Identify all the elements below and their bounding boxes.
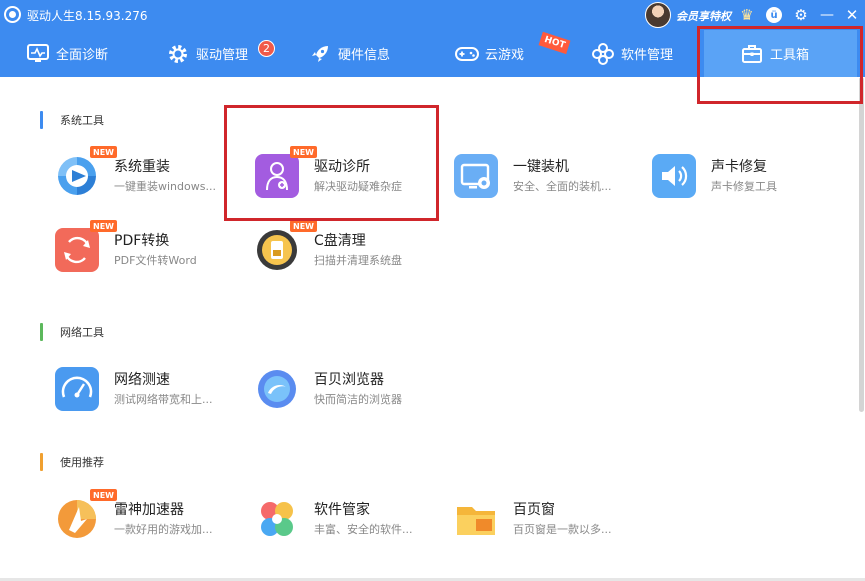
gamepad-icon [455,42,479,66]
tool-name: 软件管家 [314,502,370,518]
app-title: 驱动人生8.15.93.276 [27,9,148,23]
crown-icon[interactable]: ♛ [738,6,756,24]
tool-c-drive-cleanup[interactable]: NEW C盘清理 扫描并清理系统盘 [255,220,445,278]
app-logo-icon [4,6,21,23]
disk-clean-icon [255,228,299,272]
tool-baiyechuang[interactable]: 百页窗 百页窗是一款以多... [454,493,644,547]
title-bar: 驱动人生8.15.93.276 会员享特权 ♛ ü ⚙ — ✕ [0,0,865,30]
new-badge: NEW [90,220,117,232]
tab-cloud-gaming[interactable]: 云游戏 [455,30,524,77]
tool-name: 雷神加速器 [114,502,184,518]
tab-label: 全面诊断 [56,48,109,63]
tool-name: 一键装机 [513,159,569,175]
diagnosis-monitor-icon [26,42,50,66]
tool-description: 测试网络带宽和上... [114,393,213,406]
tool-network-speed-test[interactable]: 网络测速 测试网络带宽和上... [55,363,245,417]
tab-toolbox[interactable]: 工具箱 [704,30,857,77]
software-manager-petals-icon [255,497,299,541]
rocket-icon [308,42,332,66]
section-title-text: 使用推荐 [60,456,104,469]
tab-driver-management[interactable]: 驱动管理 [166,30,248,77]
tool-description: 声卡修复工具 [711,180,777,193]
settings-gear-icon[interactable]: ⚙ [792,6,810,24]
tool-description: 百页窗是一款以多... [513,523,612,536]
network-speed-gauge-icon [55,367,99,411]
tool-description: 解决驱动疑难杂症 [314,180,402,193]
tool-name: 驱动诊所 [314,159,370,175]
tool-leishen-accelerator[interactable]: NEW 雷神加速器 一款好用的游戏加... [55,489,245,547]
tool-description: 一款好用的游戏加... [114,523,213,536]
tab-label: 工具箱 [770,48,810,63]
tool-description: 快而简洁的浏览器 [314,393,402,406]
tool-name: 系统重装 [114,159,170,175]
user-badge-icon[interactable]: ü [766,7,782,23]
section-title-system-tools: 系统工具 [40,111,104,129]
driver-clinic-doctor-icon [255,154,299,198]
folder-window-icon [454,497,498,541]
tab-label: 硬件信息 [338,48,391,63]
new-badge: NEW [290,220,317,232]
tool-name: 网络测速 [114,372,170,388]
driver-update-count-badge: 2 [258,40,275,57]
tool-name: PDF转换 [114,233,170,249]
new-badge: NEW [290,146,317,158]
vertical-scrollbar[interactable] [859,77,864,412]
software-cubes-icon [591,42,615,66]
toolbox-icon [740,42,764,66]
tool-description: 扫描并清理系统盘 [314,254,402,267]
tool-description: PDF文件转Word [114,254,197,267]
game-accelerator-icon [55,497,99,541]
close-icon[interactable]: ✕ [843,6,861,24]
pdf-convert-icon [55,228,99,272]
tool-name: 声卡修复 [711,159,767,175]
tool-description: 安全、全面的装机... [513,180,612,193]
tab-label: 软件管理 [621,48,674,63]
section-accent-bar [40,453,43,471]
tab-full-diagnosis[interactable]: 全面诊断 [26,30,108,77]
tool-name: C盘清理 [314,233,366,249]
tool-system-reinstall[interactable]: NEW 系统重装 一键重装windows... [55,146,245,204]
tool-name: 百页窗 [513,502,555,518]
tool-name: 百贝浏览器 [314,372,384,388]
new-badge: NEW [90,146,117,158]
tool-one-click-install[interactable]: 一键装机 安全、全面的装机... [454,150,644,204]
minimize-icon[interactable]: — [818,6,836,24]
section-title-text: 网络工具 [60,326,104,339]
tool-description: 丰富、安全的软件... [314,523,413,536]
section-title-text: 系统工具 [60,114,104,127]
tool-description: 一键重装windows... [114,180,216,193]
sound-card-speaker-icon [652,154,696,198]
section-title-network-tools: 网络工具 [40,323,104,341]
browser-icon [255,367,299,411]
tool-pdf-convert[interactable]: NEW PDF转换 PDF文件转Word [55,220,245,278]
tool-driver-clinic[interactable]: NEW 驱动诊所 解决驱动疑难杂症 [255,146,445,204]
tool-sound-card-repair[interactable]: 声卡修复 声卡修复工具 [652,150,842,204]
tool-baibei-browser[interactable]: 百贝浏览器 快而简洁的浏览器 [255,363,445,417]
one-click-install-icon [454,154,498,198]
gear-icon [166,42,190,66]
section-accent-bar [40,323,43,341]
section-accent-bar [40,111,43,129]
tool-software-manager[interactable]: 软件管家 丰富、安全的软件... [255,493,445,547]
vip-privilege-link[interactable]: 会员享特权 [676,8,731,24]
new-badge: NEW [90,489,117,501]
tab-software-management[interactable]: 软件管理 [591,30,673,77]
tab-label: 驱动管理 [196,48,249,63]
section-title-recommended: 使用推荐 [40,453,104,471]
avatar[interactable] [645,2,671,28]
system-reinstall-icon [55,154,99,198]
tab-label: 云游戏 [485,48,525,63]
main-nav: 全面诊断 驱动管理 硬件信息 云游戏 软件管理 工具箱 [0,30,865,77]
tab-hardware-info[interactable]: 硬件信息 [308,30,390,77]
